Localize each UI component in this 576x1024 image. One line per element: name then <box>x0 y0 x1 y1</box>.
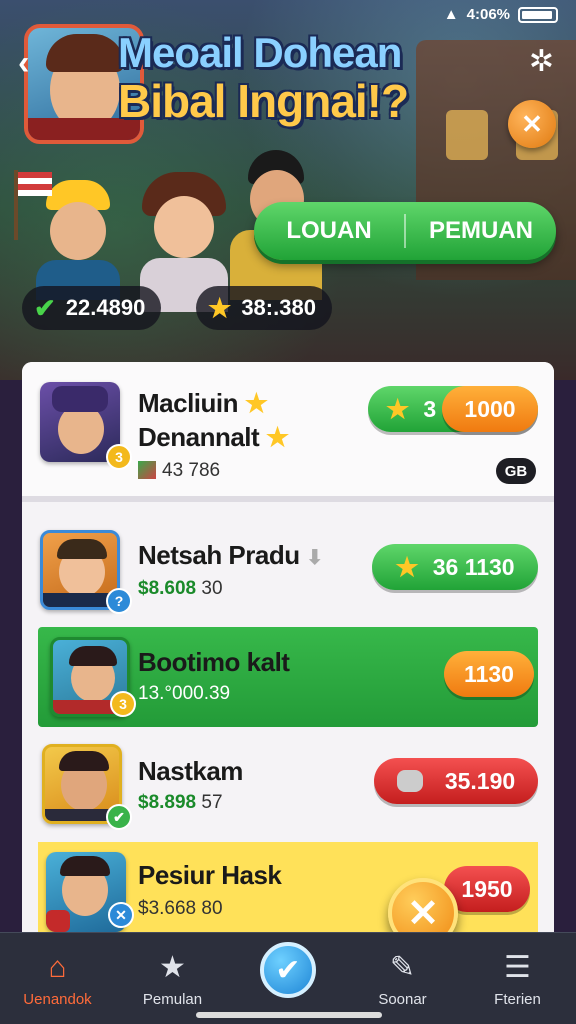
battery-text: 4:06% <box>466 6 510 23</box>
game-title: Meoail Dohean Bibal Ingnai!? <box>118 29 418 127</box>
check-icon: ✔ <box>34 292 56 323</box>
chest-icon <box>138 461 156 479</box>
leaderboard-row[interactable]: 3 Macliuin ★ Denannalt ★ 43 786 ★ 3 1000… <box>22 362 554 502</box>
wifi-icon: ▲ <box>443 6 459 23</box>
tab-home[interactable]: ⌂ Uenandok <box>0 933 115 1024</box>
rank-badge: ✕ <box>108 902 134 928</box>
rank-badge: 3 <box>110 691 136 717</box>
toggle-left-button[interactable]: LOUAN <box>254 217 404 245</box>
back-icon[interactable]: ‹ <box>18 44 29 83</box>
row-name: Nastkam <box>138 756 243 786</box>
star-icon: ★ <box>395 551 419 582</box>
battery-icon <box>518 6 558 23</box>
title-line-2: Bibal Ingnai!? <box>118 75 409 127</box>
row-name: Netsah Pradu ⬇ <box>138 540 323 570</box>
home-icon: ⌂ <box>48 951 67 984</box>
rank-badge: ✔ <box>106 804 132 830</box>
stat-stars-value: 38:.380 <box>241 295 316 320</box>
title-line-1: Meoail Dohean <box>118 29 402 76</box>
star-icon: ★ <box>265 422 289 452</box>
share-icon[interactable]: ✲ <box>529 44 554 79</box>
stat-stars: ★ 38:.380 <box>196 286 332 330</box>
stat-checks: ✔ 22.4890 <box>22 286 162 330</box>
row-sub: $8.608 30 <box>138 578 223 599</box>
tab-fterien[interactable]: ☰ Fterien <box>460 933 575 1024</box>
row-sub: 43 786 <box>138 460 220 482</box>
info-icon: ⬇ <box>306 547 323 569</box>
list-icon: ☰ <box>504 951 531 984</box>
check-icon[interactable]: ✔ <box>260 942 316 998</box>
avatar-hair <box>46 34 124 72</box>
reward-button[interactable]: 1130 <box>444 651 534 697</box>
reward-button[interactable]: 35.190 <box>374 758 538 804</box>
star-icon: ★ <box>244 388 268 418</box>
row-name: Bootimo kalt <box>138 647 290 677</box>
home-indicator <box>196 1012 382 1018</box>
close-icon[interactable]: ✕ <box>508 100 556 148</box>
row-name: Pesiur Hask <box>138 860 282 890</box>
mode-toggle: LOUAN PEMUAN <box>254 202 556 260</box>
pencil-icon: ✎ <box>389 951 416 984</box>
tab-soonar[interactable]: ✎ Soonar <box>345 933 460 1024</box>
rank-badge: 3 <box>106 444 132 470</box>
star-icon: ★ <box>386 393 410 424</box>
character-flag-holder <box>14 170 128 300</box>
rank-badge: ? <box>106 588 132 614</box>
reward-button[interactable]: ★ 36 1130 <box>372 544 538 590</box>
star-icon: ★ <box>159 951 186 984</box>
reward-value[interactable]: 1000 <box>442 386 538 432</box>
stat-checks-value: 22.4890 <box>65 295 146 320</box>
row-name-line-2: Denannalt ★ <box>138 422 289 452</box>
toggle-right-button[interactable]: PEMUAN <box>406 217 556 245</box>
leaderboard-row-highlighted[interactable]: 3 Bootimo kalt 13.°000.39 1130 <box>38 627 538 727</box>
row-sub: $3.668 80 <box>138 898 223 919</box>
leaderboard-panel: 3 Macliuin ★ Denannalt ★ 43 786 ★ 3 1000… <box>22 362 554 982</box>
status-bar: ▲ 4:06% <box>444 6 558 23</box>
leaderboard-row[interactable]: ✔ Nastkam $8.898 57 35.190 <box>22 736 554 836</box>
region-tag: GB <box>496 458 536 484</box>
tab-pemulan[interactable]: ★ Pemulan <box>115 933 230 1024</box>
row-name-line-1: Macliuin ★ <box>138 388 268 418</box>
star-icon: ★ <box>208 292 232 323</box>
leaderboard-row[interactable]: ? Netsah Pradu ⬇ $8.608 30 ★ 36 1130 <box>22 514 554 624</box>
row-sub: $8.898 57 <box>138 792 223 813</box>
row-sub: 13.°000.39 <box>138 683 231 704</box>
chest-icon <box>396 770 423 792</box>
